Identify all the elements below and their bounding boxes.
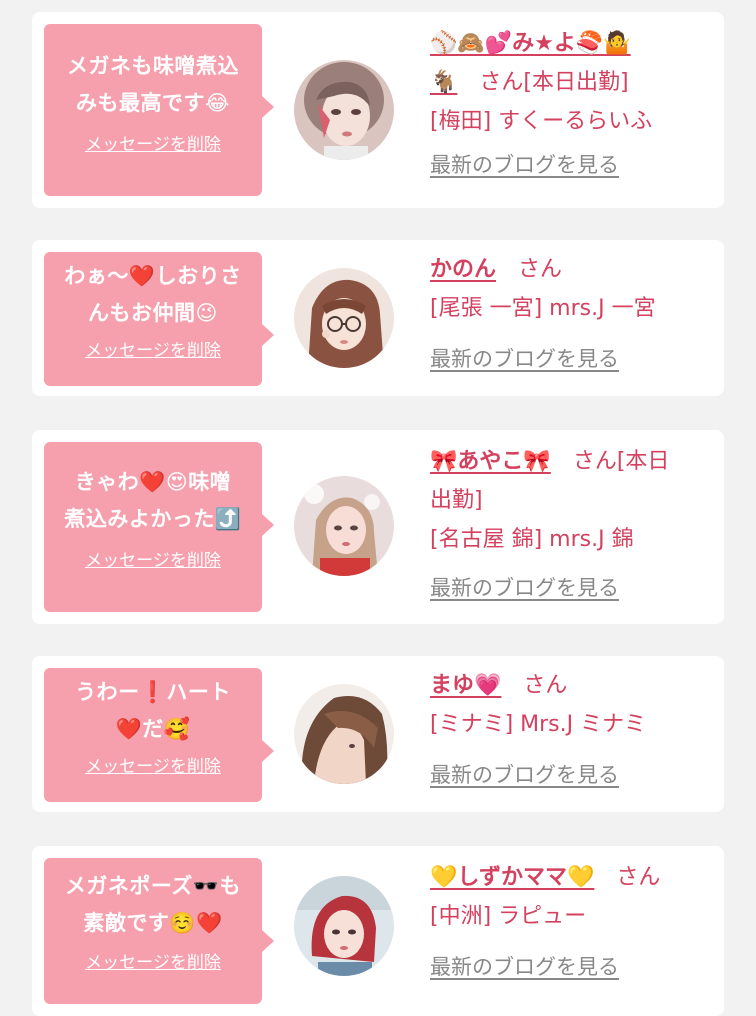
delete-message-link[interactable]: メッセージを削除: [85, 336, 221, 361]
latest-blog-link[interactable]: 最新のブログを見る: [430, 948, 619, 987]
message-text: わぁ〜❤️しおりさ んもお仲間😉: [50, 258, 256, 332]
girl-name-link-continued[interactable]: 🐐: [430, 70, 457, 95]
message-line: メガネも味噌煮込: [67, 54, 239, 78]
avatar-photo: [294, 476, 394, 576]
avatar-photo: [294, 60, 394, 160]
message-bubble: メガネも味噌煮込 みも最高です😂 メッセージを削除: [44, 24, 274, 196]
avatar[interactable]: [294, 684, 394, 784]
latest-blog-link[interactable]: 最新のブログを見る: [430, 340, 619, 379]
message-card: わぁ〜❤️しおりさ んもお仲間😉 メッセージを削除 かのん さん [尾張 一宮]…: [32, 240, 724, 396]
latest-blog-link[interactable]: 最新のブログを見る: [430, 756, 619, 795]
message-bubble: うわー❗ハート ❤️だ🥰 メッセージを削除: [44, 668, 274, 802]
message-line: 素敵です☺️❤️: [83, 911, 223, 935]
message-text: メガネも味噌煮込 みも最高です😂: [50, 48, 256, 122]
profile-info: 💛しずかママ💛 さん [中洲] ラピュー 最新のブログを見る: [430, 858, 714, 987]
girl-name-link[interactable]: かのん: [430, 257, 496, 282]
delete-message-link[interactable]: メッセージを削除: [85, 130, 221, 155]
profile-info: かのん さん [尾張 一宮] mrs.J 一宮 最新のブログを見る: [430, 250, 714, 379]
avatar-photo: [294, 268, 394, 368]
girl-name-link[interactable]: まゆ💗: [430, 673, 501, 698]
name-suffix: さん: [616, 865, 661, 890]
avatar[interactable]: [294, 876, 394, 976]
latest-blog-link[interactable]: 最新のブログを見る: [430, 146, 619, 185]
delete-message-link[interactable]: メッセージを削除: [85, 546, 221, 571]
name-suffix: さん: [523, 673, 568, 698]
message-list: メガネも味噌煮込 みも最高です😂 メッセージを削除 ⚾🙈💕み★よ🍣🤷 🐐 さん[…: [0, 0, 756, 1016]
profile-info: まゆ💗 さん [ミナミ] Mrs.J ミナミ 最新のブログを見る: [430, 666, 714, 795]
message-line: ❤️だ🥰: [115, 717, 191, 741]
latest-blog-link[interactable]: 最新のブログを見る: [430, 569, 619, 608]
profile-info: 🎀あやこ🎀 さん[本日 出勤] [名古屋 錦] mrs.J 錦 最新のブログを見…: [430, 442, 714, 608]
message-line: 煮込みよかった⤴️: [64, 507, 242, 531]
message-bubble: わぁ〜❤️しおりさ んもお仲間😉 メッセージを削除: [44, 252, 274, 386]
avatar[interactable]: [294, 476, 394, 576]
avatar-photo: [294, 876, 394, 976]
name-suffix: さん[本日: [572, 449, 670, 474]
message-line: うわー❗ハート: [75, 680, 231, 704]
girl-name-link[interactable]: ⚾🙈💕み★よ🍣🤷: [430, 31, 631, 56]
shop-label: [尾張 一宮] mrs.J 一宮: [430, 296, 656, 321]
message-card: メガネポーズ🕶️も 素敵です☺️❤️ メッセージを削除 💛しずかママ💛 さん […: [32, 846, 724, 1016]
profile-info: ⚾🙈💕み★よ🍣🤷 🐐 さん[本日出勤] [梅田] すくーるらいふ 最新のブログを…: [430, 24, 714, 185]
message-line: きゃわ❤️😍味噌: [74, 470, 232, 494]
message-line: メガネポーズ🕶️も: [64, 874, 242, 898]
message-line: みも最高です😂: [75, 91, 231, 115]
name-suffix: さん: [518, 257, 563, 282]
message-text: きゃわ❤️😍味噌 煮込みよかった⤴️: [50, 464, 256, 538]
shop-label: [名古屋 錦] mrs.J 錦: [430, 527, 634, 552]
delete-message-link[interactable]: メッセージを削除: [85, 752, 221, 777]
message-card: きゃわ❤️😍味噌 煮込みよかった⤴️ メッセージを削除 🎀あやこ🎀 さん[本日 …: [32, 430, 724, 624]
message-text: メガネポーズ🕶️も 素敵です☺️❤️: [50, 868, 256, 942]
message-line: わぁ〜❤️しおりさ: [64, 264, 242, 288]
avatar[interactable]: [294, 268, 394, 368]
girl-name-link[interactable]: 🎀あやこ🎀: [430, 449, 551, 474]
avatar-photo: [294, 684, 394, 784]
avatar[interactable]: [294, 60, 394, 160]
name-suffix-continued: 出勤]: [430, 488, 483, 513]
message-text: うわー❗ハート ❤️だ🥰: [50, 674, 256, 748]
shop-label: [中洲] ラピュー: [430, 904, 587, 929]
message-line: んもお仲間😉: [88, 301, 218, 325]
message-bubble: メガネポーズ🕶️も 素敵です☺️❤️ メッセージを削除: [44, 858, 274, 1004]
shop-label: [梅田] すくーるらいふ: [430, 109, 653, 134]
message-bubble: きゃわ❤️😍味噌 煮込みよかった⤴️ メッセージを削除: [44, 442, 274, 612]
delete-message-link[interactable]: メッセージを削除: [85, 948, 221, 973]
girl-name-link[interactable]: 💛しずかママ💛: [430, 865, 594, 890]
name-suffix: さん[本日出勤]: [479, 70, 629, 95]
message-card: うわー❗ハート ❤️だ🥰 メッセージを削除 まゆ💗 さん [ミナミ] Mrs.J…: [32, 656, 724, 812]
message-card: メガネも味噌煮込 みも最高です😂 メッセージを削除 ⚾🙈💕み★よ🍣🤷 🐐 さん[…: [32, 12, 724, 208]
shop-label: [ミナミ] Mrs.J ミナミ: [430, 712, 647, 737]
